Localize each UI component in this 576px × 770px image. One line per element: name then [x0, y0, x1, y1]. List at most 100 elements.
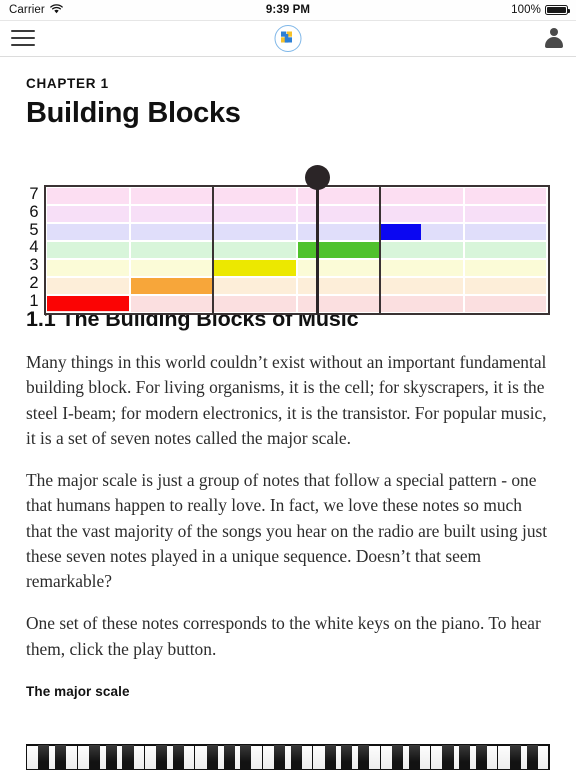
hamburger-menu-icon[interactable]	[10, 27, 36, 49]
status-bar-center: 9:39 PM	[0, 0, 576, 20]
figure-caption: The major scale	[26, 683, 130, 699]
grid-cell[interactable]	[381, 242, 463, 259]
black-key[interactable]	[526, 745, 538, 769]
grid-cell[interactable]	[297, 296, 379, 313]
grid-cell[interactable]	[214, 242, 296, 259]
nav-bar	[0, 21, 576, 57]
grid-cell[interactable]	[381, 260, 463, 277]
black-key[interactable]	[172, 745, 185, 769]
grid-cell[interactable]	[47, 242, 129, 259]
paragraph-1: Many things in this world couldn’t exist…	[26, 352, 547, 448]
black-key[interactable]	[476, 745, 488, 769]
grid-row	[46, 259, 548, 277]
black-key[interactable]	[274, 745, 286, 769]
grid-row	[46, 223, 548, 241]
page-title: Building Blocks	[26, 96, 241, 129]
article-content: CHAPTER 1 Building Blocks 7654321 1.1 Th…	[0, 77, 576, 699]
black-key[interactable]	[509, 745, 521, 769]
user-avatar-icon[interactable]	[543, 28, 565, 50]
grid-cell[interactable]	[214, 296, 296, 313]
note-block[interactable]	[381, 224, 421, 240]
piano-roll-widget[interactable]: 7654321	[26, 147, 550, 316]
row-label-3: 3	[29, 256, 39, 275]
grid-cell[interactable]	[130, 188, 212, 205]
black-key[interactable]	[391, 745, 403, 769]
grid-cell[interactable]	[130, 296, 212, 313]
row-label-6: 6	[29, 202, 39, 221]
battery-full-icon	[545, 5, 570, 15]
grid-cell[interactable]	[297, 260, 379, 277]
black-key[interactable]	[223, 745, 235, 769]
chapter-kicker: CHAPTER 1	[26, 76, 109, 91]
grid-cell[interactable]	[130, 224, 212, 241]
battery-percent-label: 100%	[511, 4, 541, 16]
grid-cell[interactable]	[297, 206, 379, 223]
grid-cell[interactable]	[381, 296, 463, 313]
status-bar-right: 100%	[511, 0, 570, 20]
grid-cell[interactable]	[47, 260, 129, 277]
grid-cell[interactable]	[214, 278, 296, 295]
black-key[interactable]	[206, 745, 218, 769]
grid-cell[interactable]	[130, 206, 212, 223]
paragraph-2: The major scale is just a group of notes…	[26, 470, 548, 592]
grid-cell[interactable]	[214, 206, 296, 223]
grid-row	[46, 205, 548, 223]
row-label-4: 4	[29, 238, 39, 257]
playhead-line	[316, 185, 320, 316]
grid-cell[interactable]	[297, 188, 379, 205]
row-label-1: 1	[29, 291, 39, 310]
bar-divider	[211, 185, 215, 316]
row-label-2: 2	[29, 274, 39, 293]
grid-cell[interactable]	[464, 188, 546, 205]
grid-cell[interactable]	[464, 296, 546, 313]
row-label-5: 5	[29, 220, 39, 239]
grid-cell[interactable]	[130, 260, 212, 277]
black-key[interactable]	[290, 745, 302, 769]
black-key[interactable]	[156, 745, 168, 769]
grid-cell[interactable]	[464, 224, 546, 241]
black-key[interactable]	[341, 745, 353, 769]
grid-row	[46, 187, 548, 205]
clock-label: 9:39 PM	[265, 4, 311, 16]
black-key[interactable]	[88, 745, 100, 769]
grid-cell[interactable]	[47, 278, 129, 295]
grid-cell[interactable]	[47, 206, 129, 223]
black-key[interactable]	[324, 745, 336, 769]
grid-cell[interactable]	[381, 188, 463, 205]
grid-cell[interactable]	[297, 224, 379, 241]
note-block[interactable]	[214, 259, 296, 276]
black-key[interactable]	[38, 745, 50, 769]
grid-cell[interactable]	[464, 260, 546, 277]
black-key[interactable]	[442, 745, 454, 769]
grid-cell[interactable]	[464, 206, 546, 223]
status-bar: Carrier 9:39 PM 100%	[0, 0, 576, 21]
grid-cell[interactable]	[214, 188, 296, 205]
note-block[interactable]	[47, 295, 129, 312]
note-block[interactable]	[297, 241, 379, 258]
grid-cell[interactable]	[464, 278, 546, 295]
grid-cell[interactable]	[381, 206, 463, 223]
note-block[interactable]	[130, 277, 212, 294]
black-key[interactable]	[358, 745, 370, 769]
grid-cell[interactable]	[214, 224, 296, 241]
grid-row	[46, 277, 548, 295]
piano-keyboard[interactable]	[26, 744, 550, 770]
grid-cell[interactable]	[47, 224, 129, 241]
black-key[interactable]	[240, 745, 252, 769]
paragraph-3: One set of these notes corresponds to th…	[26, 613, 541, 659]
black-key[interactable]	[122, 745, 134, 769]
grid-cell[interactable]	[381, 278, 463, 295]
piano-roll-row-labels: 7654321	[26, 185, 44, 315]
grid-cell[interactable]	[297, 278, 379, 295]
grid-cell[interactable]	[47, 188, 129, 205]
row-label-7: 7	[29, 184, 39, 203]
grid-cell[interactable]	[464, 242, 546, 259]
app-screen: Carrier 9:39 PM 100% CHAPTER 1 Building …	[0, 0, 576, 770]
black-key[interactable]	[55, 745, 67, 769]
black-key[interactable]	[408, 745, 420, 769]
grid-cell[interactable]	[130, 242, 212, 259]
black-key[interactable]	[459, 745, 471, 769]
piano-roll-grid[interactable]	[44, 185, 550, 316]
black-key[interactable]	[105, 745, 117, 769]
hooktheory-logo-icon[interactable]	[274, 25, 302, 52]
